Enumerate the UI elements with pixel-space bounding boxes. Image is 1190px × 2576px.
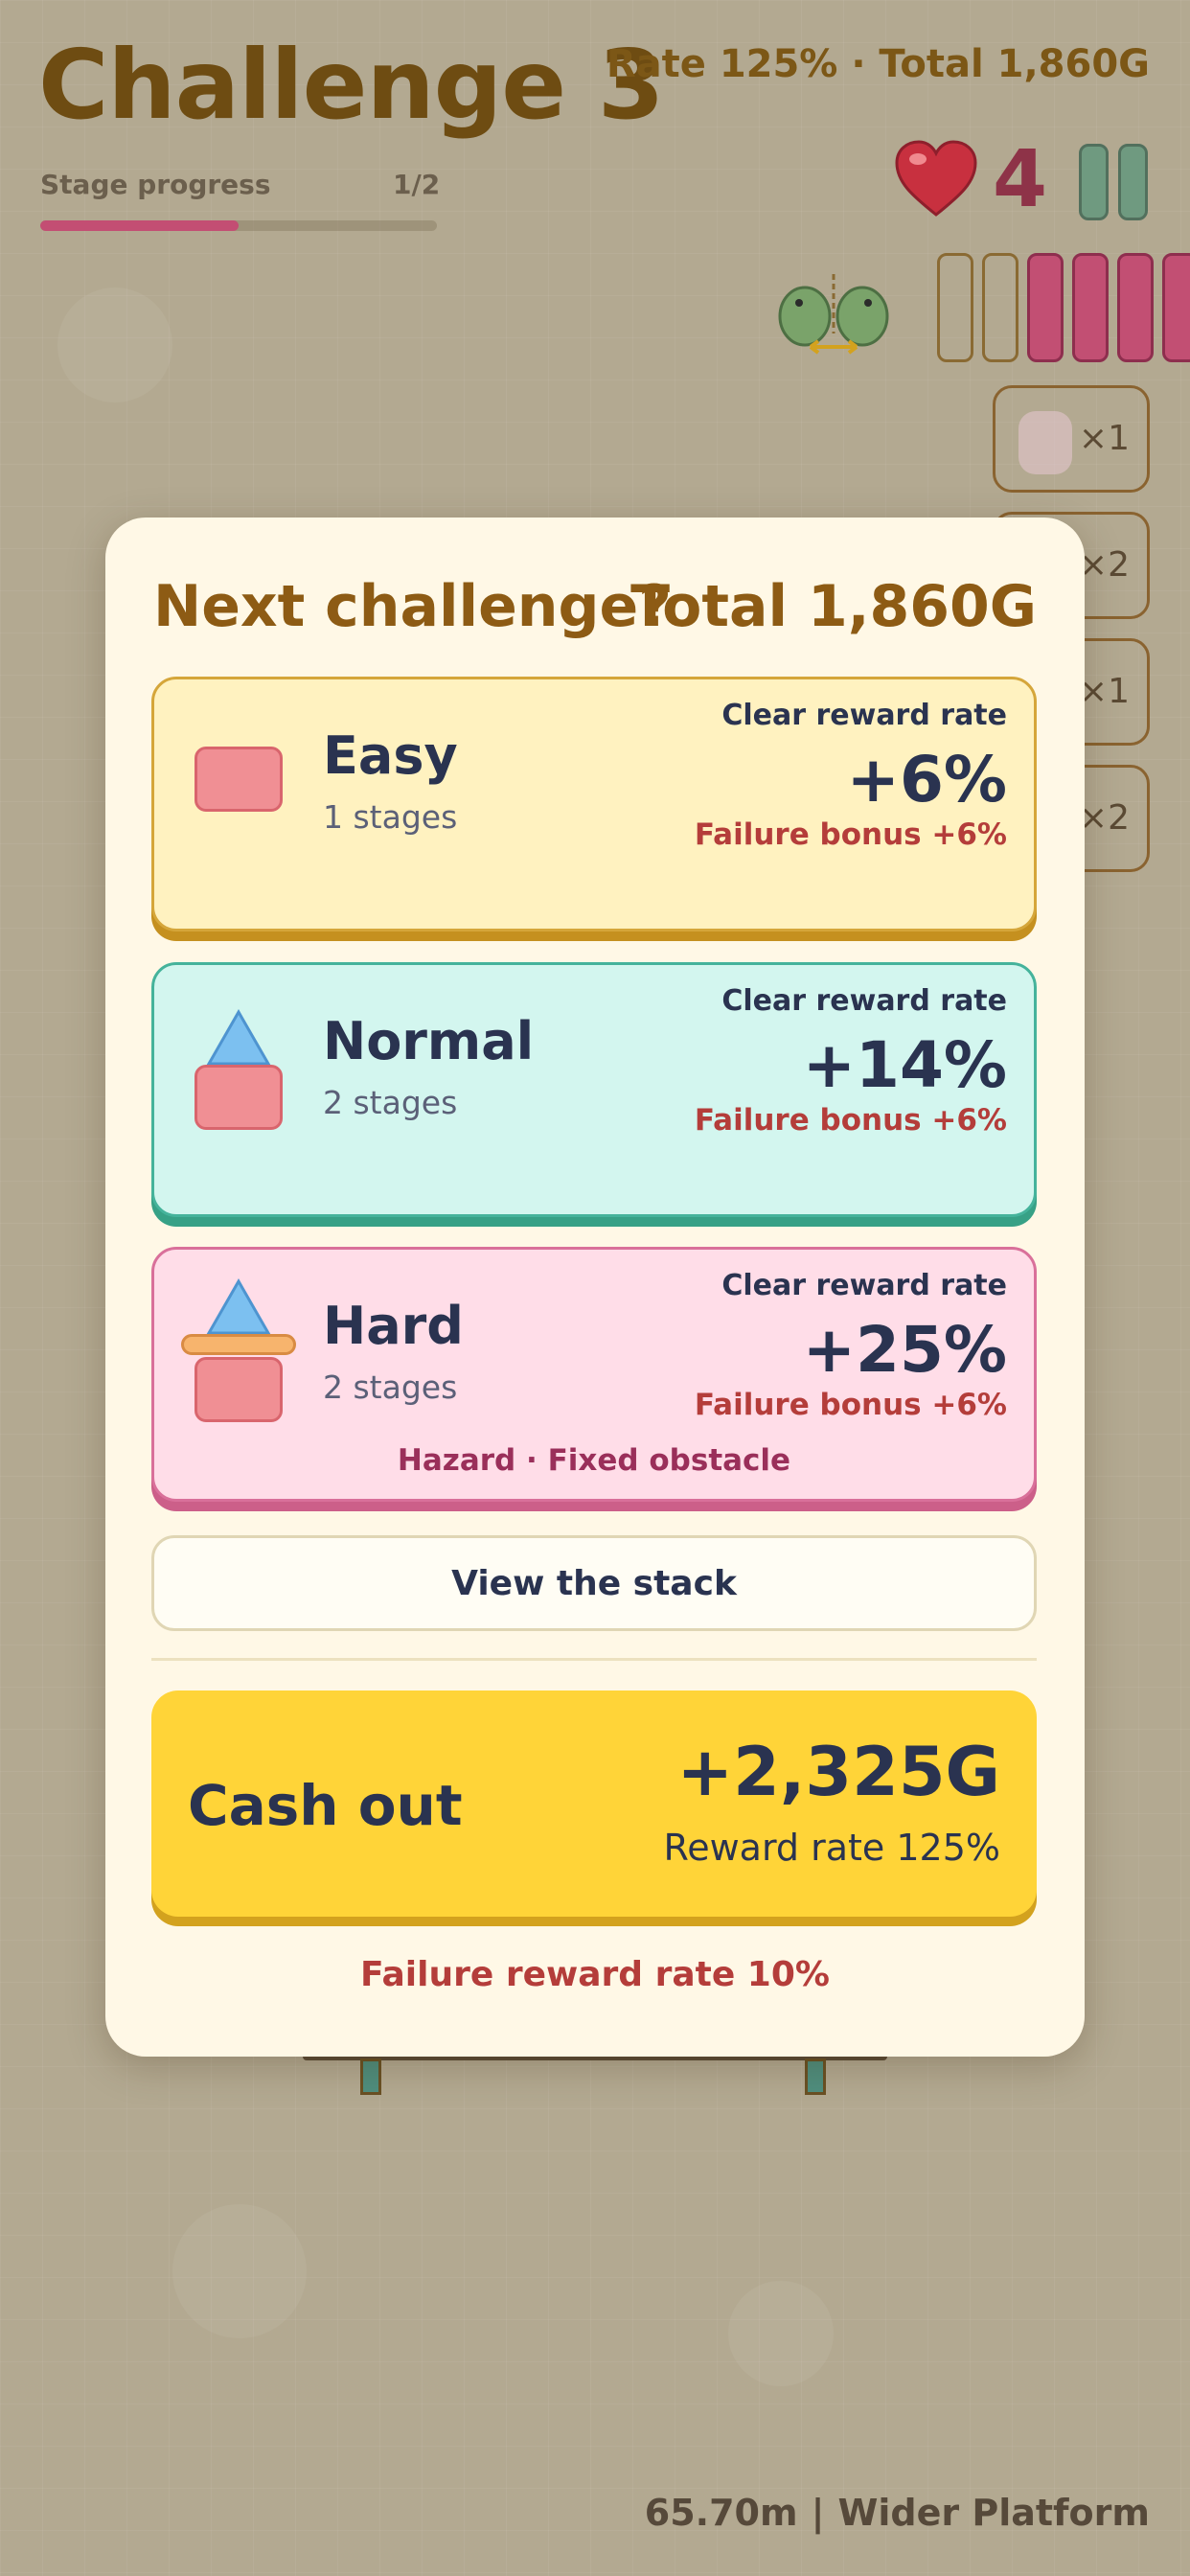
next-challenge-modal: Next challenge? Total 1,860G Easy 1 stag… xyxy=(105,518,1085,2057)
background-doodle xyxy=(172,2204,307,2338)
pause-bar xyxy=(1079,144,1109,220)
stage-progress-label: Stage progress xyxy=(40,169,271,200)
challenge-title: Challenge 3 xyxy=(38,29,664,141)
platform-post xyxy=(360,2058,381,2095)
rate-total-readout: Rate 125% · Total 1,860G xyxy=(606,42,1150,86)
inventory-quantity: ×2 xyxy=(1078,545,1130,585)
inventory-quantity: ×1 xyxy=(1078,672,1130,711)
stage-progress-fill xyxy=(40,220,239,231)
ghost-doll-icon xyxy=(1018,411,1072,474)
option-hard[interactable]: Hard 2 stages Clear reward rate +25% Fai… xyxy=(151,1247,1037,1502)
footer-status: 65.70m | Wider Platform xyxy=(645,2492,1150,2534)
option-rate: +25% xyxy=(802,1313,1007,1387)
background-doodle xyxy=(57,288,172,402)
stack-slots xyxy=(937,253,1190,362)
option-name: Normal xyxy=(323,1011,535,1071)
option-failure-bonus: Failure bonus +6% xyxy=(694,1388,1007,1422)
cash-out-rate: Reward rate 125% xyxy=(663,1827,1001,1869)
cash-out-amount: +2,325G xyxy=(676,1733,1000,1811)
option-hazard-tags: Hazard · Fixed obstacle xyxy=(397,1443,791,1478)
option-rate-label: Clear reward rate xyxy=(721,699,1007,732)
option-name: Hard xyxy=(323,1296,464,1356)
cash-out-button[interactable]: Cash out +2,325G Reward rate 125% xyxy=(151,1690,1037,1917)
option-rate: +14% xyxy=(802,1028,1007,1102)
heart-icon xyxy=(895,140,977,217)
option-rate-label: Clear reward rate xyxy=(721,984,1007,1018)
triangle-block-icon xyxy=(206,1009,271,1066)
lives-count: 4 xyxy=(993,134,1048,225)
platform-name: Wider Platform xyxy=(837,2492,1150,2534)
inventory-quantity: ×1 xyxy=(1078,419,1130,458)
divider xyxy=(151,1658,1037,1661)
option-rate: +6% xyxy=(846,743,1007,816)
triangle-block-icon xyxy=(206,1278,271,1335)
stage-progress-count: 1/2 xyxy=(393,169,441,200)
option-stages: 1 stages xyxy=(323,798,458,836)
dino-swap-icon[interactable] xyxy=(772,264,895,356)
stack-slot xyxy=(1117,253,1154,362)
modal-title: Next challenge? xyxy=(153,573,672,640)
stack-slot xyxy=(1072,253,1109,362)
modal-total: Total 1,860G xyxy=(630,573,1037,640)
pause-button[interactable] xyxy=(1079,144,1148,220)
platform-post xyxy=(805,2058,826,2095)
hard-block-icon xyxy=(195,1357,283,1422)
easy-block-icon xyxy=(195,747,283,812)
footer-separator: | xyxy=(811,2492,825,2534)
stack-slot xyxy=(1027,253,1064,362)
stack-slot xyxy=(982,253,1018,362)
inventory-slot[interactable]: ×1 xyxy=(993,385,1150,493)
stack-slot xyxy=(1162,253,1190,362)
height-readout: 65.70m xyxy=(644,2492,798,2534)
option-stages: 2 stages xyxy=(323,1368,458,1406)
normal-block-icon xyxy=(195,1065,283,1130)
option-failure-bonus: Failure bonus +6% xyxy=(694,817,1007,852)
option-normal[interactable]: Normal 2 stages Clear reward rate +14% F… xyxy=(151,962,1037,1217)
option-easy[interactable]: Easy 1 stages Clear reward rate +6% Fail… xyxy=(151,677,1037,932)
failure-reward-rate: Failure reward rate 10% xyxy=(360,1955,830,1994)
option-stages: 2 stages xyxy=(323,1084,458,1121)
background-doodle xyxy=(728,2281,834,2386)
pause-bar xyxy=(1118,144,1148,220)
inventory-quantity: ×2 xyxy=(1078,798,1130,838)
option-failure-bonus: Failure bonus +6% xyxy=(694,1103,1007,1138)
stack-slot xyxy=(937,253,973,362)
view-stack-button[interactable]: View the stack xyxy=(151,1535,1037,1631)
option-name: Easy xyxy=(323,725,458,786)
cash-out-label: Cash out xyxy=(188,1773,463,1838)
stage-progress-bar xyxy=(40,220,437,231)
option-rate-label: Clear reward rate xyxy=(721,1269,1007,1302)
plank-block-icon xyxy=(181,1334,296,1355)
